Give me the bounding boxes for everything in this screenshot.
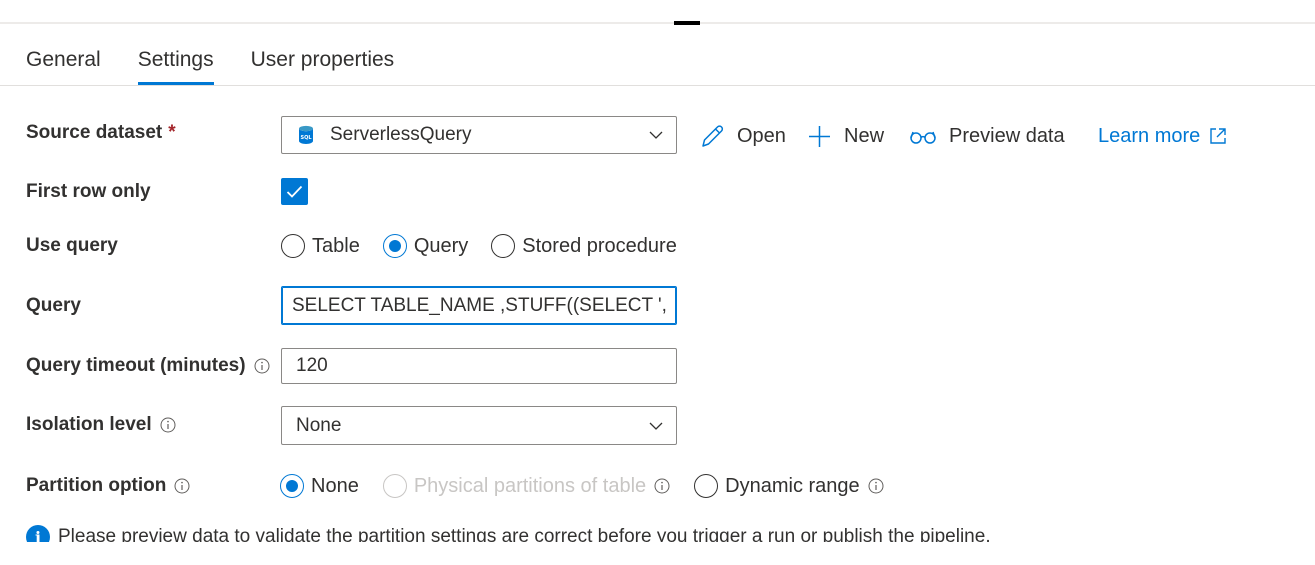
radio-circle <box>694 474 719 498</box>
radio-circle <box>491 234 516 258</box>
partition-option-physical-partitions: Physical partitions of table <box>382 474 670 498</box>
use-query-option-query[interactable]: Query <box>382 234 468 258</box>
chevron-down-icon <box>648 418 664 434</box>
query-timeout-label: Query timeout (minutes) <box>26 354 270 378</box>
info-icon[interactable] <box>868 478 884 494</box>
plus-icon <box>809 125 830 147</box>
partition-option-radio-group: None Physical partitions of table Dynami… <box>280 472 884 500</box>
query-input[interactable]: SELECT TABLE_NAME ,STUFF((SELECT ',... <box>281 286 677 325</box>
tab-settings[interactable]: Settings <box>137 46 214 86</box>
query-timeout-input[interactable]: 120 <box>281 348 677 384</box>
tab-general[interactable]: General <box>26 46 101 86</box>
source-dataset-label: Source dataset * <box>26 122 176 143</box>
partition-option-dynamic-range[interactable]: Dynamic range <box>694 474 884 498</box>
source-dataset-value: ServerlessQuery <box>330 124 472 145</box>
tab-bar-divider <box>0 85 1315 86</box>
radio-circle-selected <box>280 474 304 498</box>
use-query-option-table[interactable]: Table <box>281 234 360 258</box>
source-dataset-dropdown[interactable]: SQL ServerlessQuery <box>281 116 677 154</box>
panel-resize-handle[interactable] <box>674 21 700 25</box>
new-dataset-button[interactable]: New <box>807 122 884 150</box>
tab-user-properties[interactable]: User properties <box>251 46 395 86</box>
partition-option-none[interactable]: None <box>280 474 359 498</box>
svg-text:SQL: SQL <box>300 135 312 141</box>
checkmark-icon <box>286 185 303 198</box>
scroll-clip-mask <box>0 542 1315 565</box>
use-query-label: Use query <box>26 235 118 256</box>
radio-circle <box>281 234 305 258</box>
chevron-down-icon <box>648 127 664 143</box>
pencil-icon <box>702 124 724 147</box>
tab-bar: General Settings User properties <box>26 46 394 86</box>
query-timeout-value: 120 <box>296 355 328 376</box>
external-link-icon <box>1210 128 1226 144</box>
preview-data-button[interactable]: Preview data <box>909 122 1065 150</box>
glasses-icon <box>910 131 936 144</box>
open-dataset-button[interactable]: Open <box>700 122 786 150</box>
info-icon[interactable] <box>254 358 270 374</box>
use-query-radio-group: Table Query Stored procedure <box>281 232 677 260</box>
isolation-level-value: None <box>296 414 342 436</box>
isolation-level-label: Isolation level <box>26 413 176 437</box>
learn-more-link[interactable]: Learn more <box>1098 122 1228 150</box>
partition-option-label: Partition option <box>26 474 190 498</box>
first-row-only-checkbox[interactable] <box>281 178 308 205</box>
first-row-only-label: First row only <box>26 181 151 202</box>
required-marker: * <box>168 122 176 143</box>
use-query-option-stored-procedure[interactable]: Stored procedure <box>491 234 677 258</box>
info-icon[interactable] <box>160 417 176 433</box>
info-icon[interactable] <box>174 478 190 494</box>
radio-circle-selected <box>382 234 407 258</box>
sql-database-icon: SQL <box>298 125 314 145</box>
radio-circle-disabled <box>382 474 407 498</box>
top-divider <box>0 22 1315 24</box>
isolation-level-dropdown[interactable]: None <box>281 406 677 445</box>
query-value: SELECT TABLE_NAME ,STUFF((SELECT ',... <box>292 294 666 316</box>
info-icon[interactable] <box>654 478 670 494</box>
query-label: Query <box>26 295 81 316</box>
